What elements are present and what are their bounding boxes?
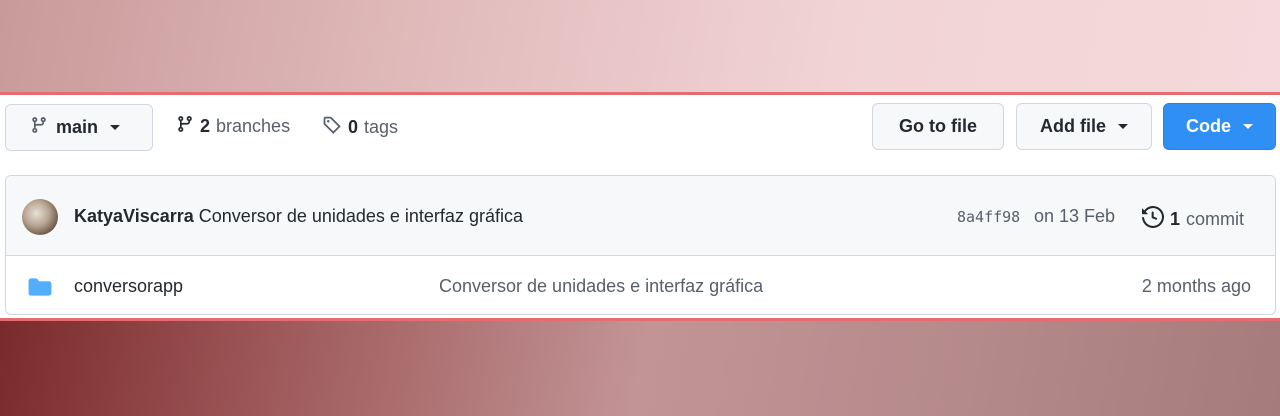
commit-summary: KatyaViscarra Conversor de unidades e in… [74,206,523,227]
code-button[interactable]: Code [1163,103,1276,150]
commit-count-label: commit [1186,209,1245,229]
repo-file-panel: main 2 branches 0 tags Go to file Add fi… [0,92,1280,321]
go-to-file-label: Go to file [899,116,977,136]
git-branch-icon [176,115,194,138]
background-top [0,0,1280,94]
code-label: Code [1186,116,1231,136]
file-commit-message[interactable]: Conversor de unidades e interfaz gráfica [439,276,763,297]
branches-link[interactable]: 2 branches [176,115,290,138]
avatar[interactable] [22,199,58,235]
commit-history-link[interactable]: 1 commit [1142,205,1245,233]
go-to-file-button[interactable]: Go to file [872,103,1004,150]
add-file-button[interactable]: Add file [1016,103,1152,150]
branch-select-button[interactable]: main [5,104,153,151]
background-bottom [0,321,1280,416]
tags-label: tags [364,117,399,137]
commit-count: 1 [1170,209,1181,229]
tags-link[interactable]: 0 tags [322,115,398,140]
file-row: conversorapp Conversor de unidades e int… [6,256,1275,314]
tags-count: 0 [348,117,359,137]
branch-name: main [56,117,99,137]
commit-author[interactable]: KatyaViscarra [74,206,194,226]
folder-icon [28,277,52,302]
branches-count: 2 [200,116,211,136]
add-file-label: Add file [1040,116,1106,136]
chevron-down-icon [110,125,121,130]
commit-date[interactable]: on 13 Feb [1034,206,1115,227]
latest-commit-row: KatyaViscarra Conversor de unidades e in… [6,176,1275,256]
tag-icon [322,115,342,140]
commit-message[interactable]: Conversor de unidades e interfaz gráfica [199,206,523,226]
chevron-down-icon [1118,124,1128,129]
chevron-down-icon [1243,124,1253,129]
file-name-link[interactable]: conversorapp [74,276,183,297]
history-icon [1142,205,1165,233]
commit-sha[interactable]: 8a4ff98 [957,208,1020,226]
branch-icon [30,116,48,139]
file-list-box: KatyaViscarra Conversor de unidades e in… [5,175,1276,315]
file-age: 2 months ago [1141,276,1251,296]
branches-label: branches [216,116,291,136]
